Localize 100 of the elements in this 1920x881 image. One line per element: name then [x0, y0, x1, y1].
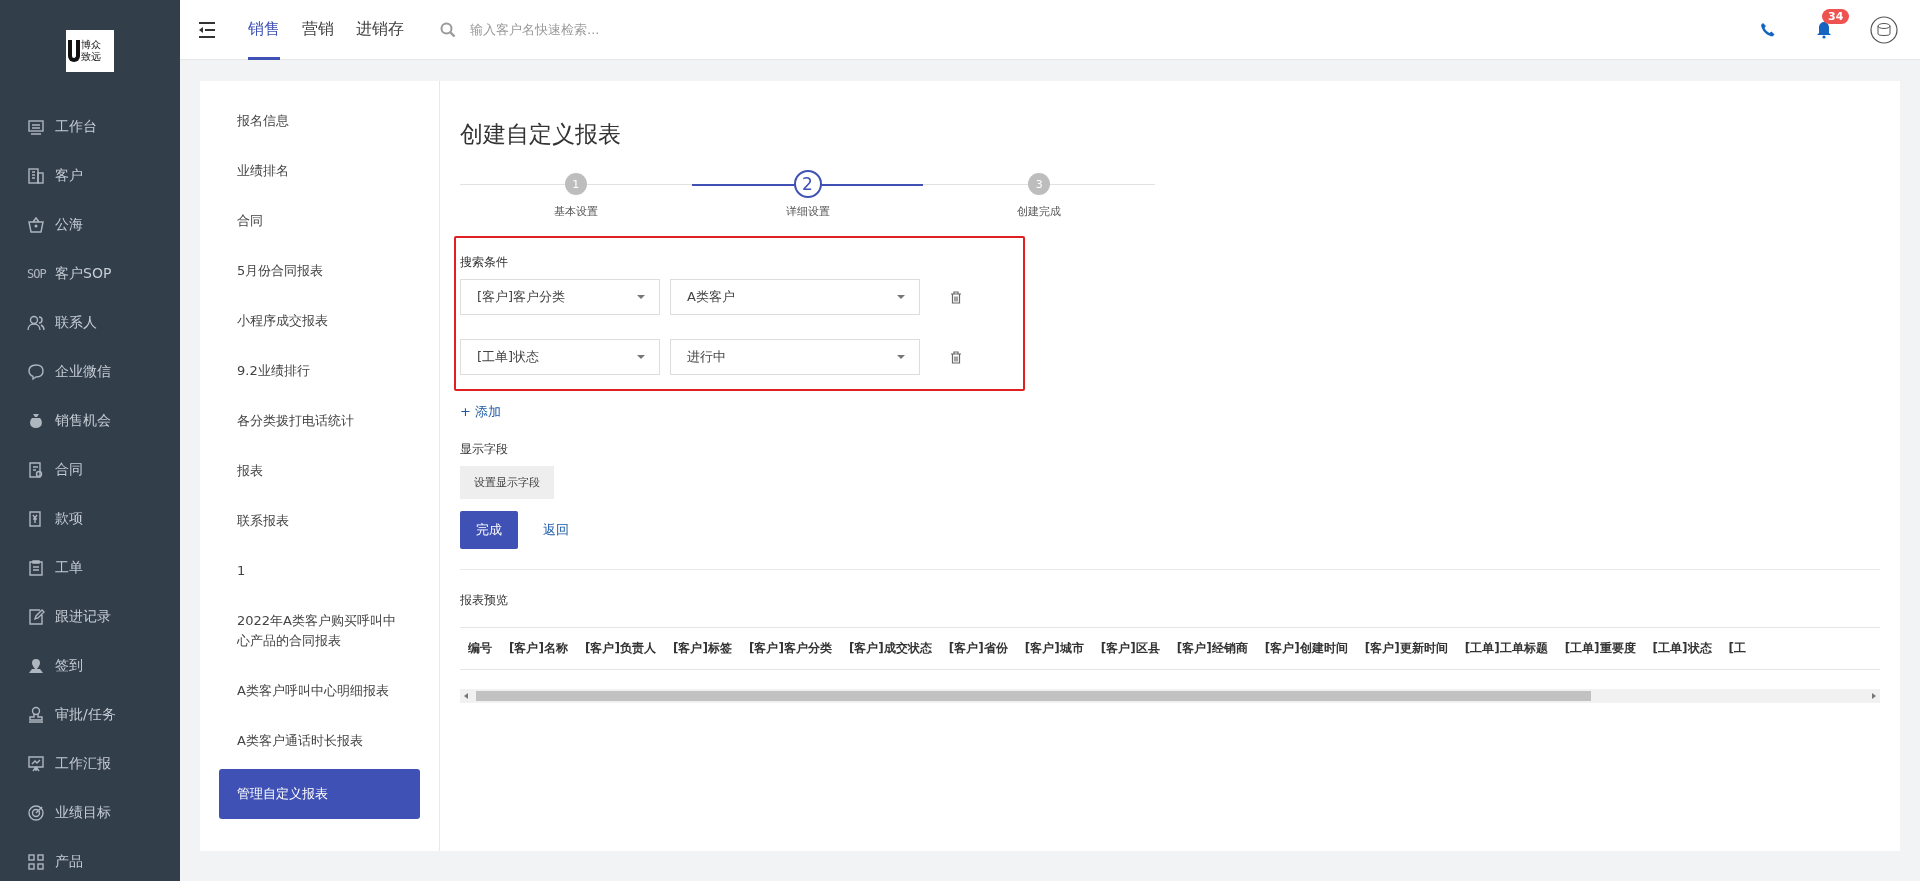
trash-icon[interactable]: [950, 290, 962, 304]
nav-tab[interactable]: 进销存: [356, 0, 404, 60]
building-icon: [27, 166, 45, 185]
sidebar-item[interactable]: 工单: [0, 543, 180, 592]
report-list-item[interactable]: 合同: [219, 196, 420, 246]
sidebar-item[interactable]: 签到: [0, 641, 180, 690]
report-list-item[interactable]: 联系报表: [219, 496, 420, 546]
sidebar-item[interactable]: 业绩目标: [0, 788, 180, 837]
sidebar-item[interactable]: 产品: [0, 837, 180, 881]
report-list-item[interactable]: 报名信息: [219, 96, 420, 146]
sidebar-label: 销售机会: [55, 411, 111, 430]
report-list-item[interactable]: A类客户呼叫中心明细报表: [219, 666, 420, 716]
caret-icon: [637, 355, 645, 359]
sidebar-label: 客户: [55, 166, 83, 185]
presentation-icon: [27, 754, 45, 773]
report-list-item[interactable]: A类客户通话时长报表: [219, 716, 420, 766]
sidebar-label: 合同: [55, 460, 83, 479]
collapse-menu-icon[interactable]: [198, 21, 216, 38]
chat-bubble-icon: [27, 362, 45, 381]
report-list-item[interactable]: 小程序成交报表: [219, 296, 420, 346]
sidebar-label: 企业微信: [55, 362, 111, 381]
scrollbar-thumb[interactable]: [476, 691, 1592, 701]
set-display-fields-button[interactable]: 设置显示字段: [460, 466, 554, 499]
report-list-item[interactable]: 业绩排名: [219, 146, 420, 196]
sidebar-item[interactable]: 款项: [0, 494, 180, 543]
column-header: [工: [1728, 640, 1747, 657]
sidebar-item[interactable]: 企业微信: [0, 347, 180, 396]
phone-icon[interactable]: [1760, 21, 1776, 38]
avatar-icon[interactable]: [1870, 15, 1898, 44]
sidebar-label: 工作汇报: [55, 754, 111, 773]
dropdown[interactable]: [客户]客户分类: [460, 279, 660, 315]
notification-badge: 34: [1822, 8, 1850, 24]
caret-icon: [897, 355, 905, 359]
logo-text: 博众: [81, 39, 101, 51]
sidebar-item[interactable]: 联系人: [0, 298, 180, 347]
scroll-left-icon[interactable]: [464, 693, 468, 699]
step-label: 创建完成: [1017, 204, 1062, 219]
trash-icon[interactable]: [950, 350, 962, 364]
sidebar-item[interactable]: 合同: [0, 445, 180, 494]
step-number: 3: [1028, 173, 1051, 195]
sidebar-item[interactable]: 销售机会: [0, 396, 180, 445]
sidebar-item[interactable]: 客户: [0, 151, 180, 200]
page-title: 创建自定义报表: [460, 120, 622, 149]
caret-icon: [637, 295, 645, 299]
column-header: [工单]重要度: [1564, 640, 1636, 657]
money-bag-icon: [27, 411, 45, 430]
clipboard-icon: [27, 558, 45, 577]
report-list-item[interactable]: 9.2业绩排行: [219, 346, 420, 396]
column-header: [工单]工单标题: [1464, 640, 1548, 657]
column-header: [客户]名称: [509, 640, 568, 657]
column-header: [客户]成交状态: [848, 640, 932, 657]
sop-icon: SOP: [27, 266, 45, 281]
sidebar-item[interactable]: 审批/任务: [0, 690, 180, 739]
column-header: [客户]更新时间: [1364, 640, 1448, 657]
report-list-item[interactable]: 2022年A类客户购买呼叫中心产品的合同报表: [219, 596, 420, 666]
column-header: [工单]状态: [1652, 640, 1712, 657]
logo-mark-icon: [68, 40, 80, 62]
sidebar-label: 产品: [55, 852, 83, 871]
sidebar-label: 跟进记录: [55, 607, 111, 626]
report-list-item[interactable]: 1: [219, 546, 420, 596]
report-list-item[interactable]: 报表: [219, 446, 420, 496]
back-link[interactable]: 返回: [543, 521, 569, 539]
nav-tab[interactable]: 营销: [302, 0, 334, 60]
location-pin-icon: [27, 656, 45, 675]
dropdown[interactable]: 进行中: [670, 339, 920, 375]
column-header: [客户]标签: [672, 640, 732, 657]
section-label: 搜索条件: [460, 254, 509, 271]
nav-tab[interactable]: 销售: [248, 0, 280, 60]
monitor-icon: [27, 117, 45, 136]
sidebar-label: 签到: [55, 656, 83, 675]
sidebar-label: 工单: [55, 558, 83, 577]
scroll-right-icon[interactable]: [1872, 693, 1876, 699]
column-header: [客户]省份: [948, 640, 1008, 657]
step-number: 1: [564, 173, 587, 195]
sidebar-label: 联系人: [55, 313, 97, 332]
add-link[interactable]: + 添加: [460, 403, 502, 421]
column-header: [客户]区县: [1100, 640, 1160, 657]
report-list-item[interactable]: 管理自定义报表: [219, 769, 420, 819]
section-label: 显示字段: [460, 441, 509, 458]
sidebar-item[interactable]: 工作台: [0, 102, 180, 151]
contacts-icon: [27, 313, 45, 332]
column-header: [客户]客户分类: [748, 640, 832, 657]
horizontal-scrollbar[interactable]: [460, 689, 1880, 703]
dropdown[interactable]: A类客户: [670, 279, 920, 315]
target-icon: [27, 803, 45, 822]
edit-icon: [27, 607, 45, 626]
report-list-item[interactable]: 5月份合同报表: [219, 246, 420, 296]
column-header: [客户]创建时间: [1264, 640, 1348, 657]
report-list-item[interactable]: 各分类拨打电话统计: [219, 396, 420, 446]
sidebar-label: 业绩目标: [55, 803, 111, 822]
sidebar-item[interactable]: 跟进记录: [0, 592, 180, 641]
sidebar-item[interactable]: SOP 客户SOP: [0, 249, 180, 298]
finish-button[interactable]: 完成: [460, 511, 518, 549]
search-icon: [440, 21, 456, 38]
sidebar-item[interactable]: 公海: [0, 200, 180, 249]
sidebar-item[interactable]: 工作汇报: [0, 739, 180, 788]
section-title: 报表预览: [460, 592, 509, 609]
dropdown[interactable]: [工单]状态: [460, 339, 660, 375]
bell-icon[interactable]: [1816, 20, 1832, 39]
step-number: 2: [793, 170, 822, 198]
